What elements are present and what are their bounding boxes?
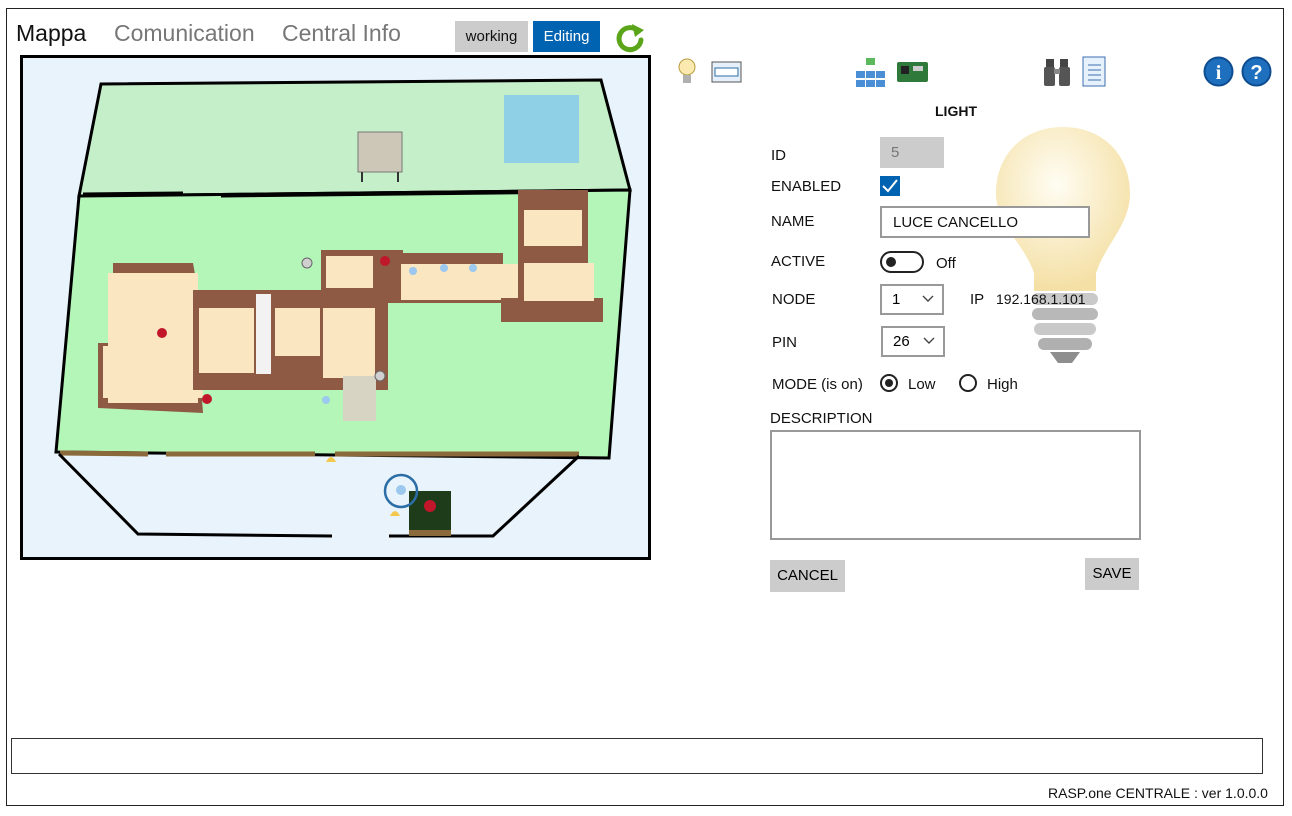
sensor-marker (374, 370, 386, 382)
mode-low-label: Low (908, 376, 936, 393)
sensor-marker (301, 257, 313, 269)
bell-marker (390, 511, 400, 516)
info-icon[interactable]: i (1203, 56, 1234, 87)
pin-label: PIN (772, 334, 798, 351)
active-state-label: Off (936, 255, 956, 272)
mode-label: MODE (is on) (772, 376, 863, 393)
svg-text:i: i (1216, 62, 1222, 84)
tab-comunication[interactable]: Comunication (114, 20, 255, 47)
editing-button[interactable]: Editing (533, 21, 600, 52)
cancel-button[interactable]: CANCEL (770, 560, 845, 592)
gazebo (357, 131, 403, 173)
version-label: RASP.one CENTRALE : ver 1.0.0.0 (1048, 785, 1268, 801)
house-map[interactable] (20, 55, 651, 560)
form-title: LIGHT (935, 103, 977, 119)
description-field[interactable] (770, 430, 1141, 540)
refresh-icon[interactable] (614, 22, 646, 54)
raspberry-marker (202, 394, 212, 404)
help-icon[interactable]: ? (1241, 56, 1272, 87)
description-label: DESCRIPTION (770, 410, 873, 427)
pin-select[interactable]: 26 (881, 326, 945, 357)
pool (504, 95, 579, 163)
pin-select-value: 26 (893, 333, 910, 350)
raspberry-marker (424, 500, 436, 512)
id-field[interactable] (880, 137, 944, 168)
name-label: NAME (771, 213, 815, 230)
active-label: ACTIVE (771, 253, 826, 270)
tab-mappa[interactable]: Mappa (16, 20, 86, 47)
mode-high-label: High (987, 376, 1018, 393)
ip-label: IP (970, 291, 985, 308)
status-input[interactable] (11, 738, 1263, 774)
mode-high-radio[interactable] (959, 374, 977, 392)
mode-low-radio[interactable] (880, 374, 898, 392)
working-button[interactable]: working (455, 21, 528, 52)
save-button[interactable]: SAVE (1085, 558, 1139, 590)
house-map-drawing (54, 78, 632, 538)
checkmark-icon (882, 179, 898, 193)
enabled-label: ENABLED (771, 178, 842, 195)
binoculars-icon[interactable] (1043, 57, 1071, 88)
toggle-knob (886, 257, 896, 267)
chevron-down-icon (923, 337, 935, 344)
tab-central-info[interactable]: Central Info (282, 20, 401, 47)
light-bulb-illustration-icon (988, 123, 1143, 366)
display-icon[interactable] (711, 60, 742, 84)
node-select[interactable]: 1 (880, 284, 944, 315)
selected-light-marker (396, 485, 406, 495)
id-label: ID (771, 147, 786, 164)
chevron-down-icon (922, 295, 934, 302)
node-label: NODE (772, 291, 816, 308)
node-select-value: 1 (892, 291, 901, 308)
raspberry-board-icon[interactable] (896, 60, 929, 84)
light-marker (469, 264, 477, 272)
light-marker (440, 264, 448, 272)
notebook-icon[interactable] (1079, 56, 1107, 88)
network-icon[interactable] (855, 57, 886, 88)
raspberry-marker (157, 328, 167, 338)
raspberry-marker (380, 256, 390, 266)
name-field[interactable] (880, 206, 1090, 238)
light-marker (409, 267, 417, 275)
enabled-checkbox[interactable] (880, 176, 900, 196)
light-bulb-icon[interactable] (677, 56, 697, 88)
svg-text:?: ? (1250, 62, 1262, 84)
bell-marker (326, 457, 336, 462)
active-toggle[interactable] (880, 251, 924, 273)
ip-value: 192.168.1.101 (996, 291, 1086, 307)
light-marker (322, 396, 330, 404)
